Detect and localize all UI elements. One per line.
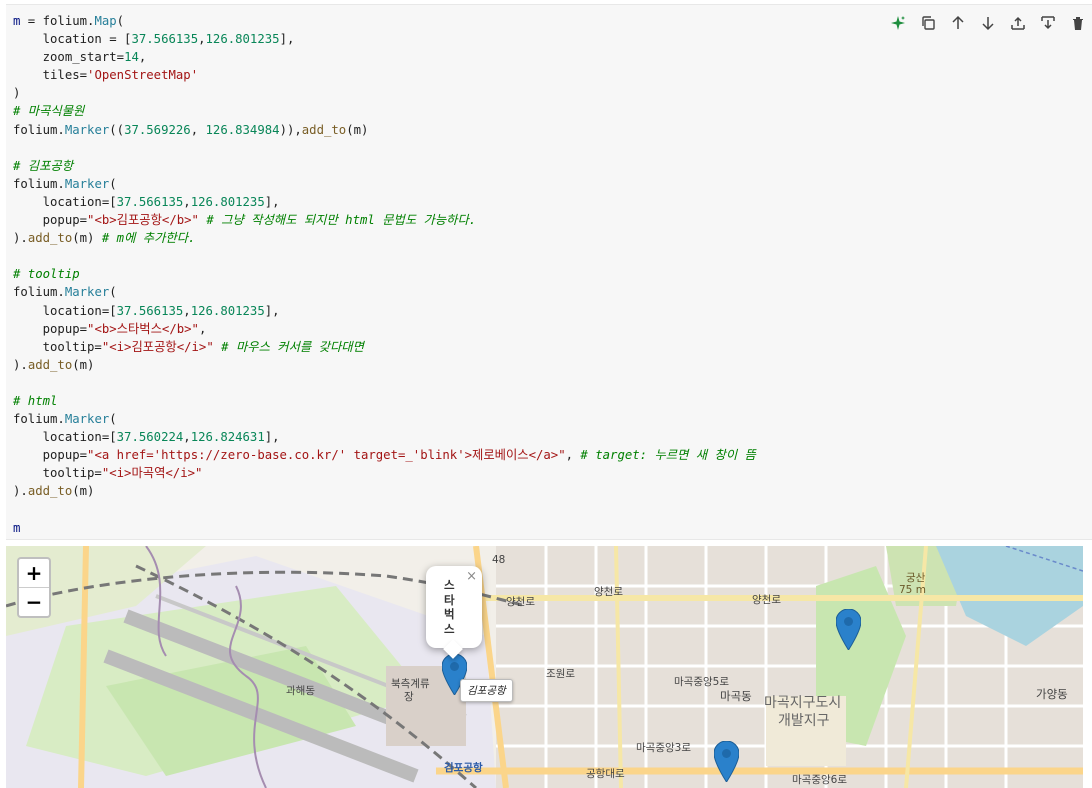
code-editor[interactable]: m = folium.Map( location = [37.566135,12… <box>13 12 756 537</box>
map-label-gayangdong: 가양동 <box>1036 687 1068 701</box>
code-line: location=[37.566135,126.801235], <box>13 194 280 209</box>
move-down-icon[interactable] <box>974 11 1002 35</box>
code-line: popup="<a href='https://zero-base.co.kr/… <box>13 448 756 463</box>
map-label-gongsan-elev: 75 m <box>899 584 926 596</box>
map-label-jowonro: 조원로 <box>546 668 575 680</box>
map-label-magok-jungang5: 마곡중앙5로 <box>674 676 729 688</box>
code-line: tooltip="<i>김포공항</i>" # 마우스 커서를 갖다대면 <box>13 339 364 354</box>
code-line: # tooltip <box>13 267 80 282</box>
zoom-in-button[interactable]: + <box>19 559 49 587</box>
code-line: zoom_start=14, <box>13 50 147 65</box>
code-line: location=[37.560224,126.824631], <box>13 430 280 445</box>
code-line: ).add_to(m) # m에 추가한다. <box>13 231 196 246</box>
code-line: m <box>13 520 21 535</box>
zoom-out-button[interactable]: − <box>19 587 49 616</box>
code-line: folium.Marker( <box>13 285 117 300</box>
map-label-magok-jungang3: 마곡중앙3로 <box>636 742 691 754</box>
marker-magok-station[interactable] <box>714 741 739 782</box>
code-line: folium.Marker( <box>13 412 117 427</box>
popup-text: 스타벅스 <box>444 578 455 636</box>
map-label-magok-jungang6: 마곡중앙6로 <box>792 774 847 786</box>
marker-magok-botanic-garden[interactable] <box>836 609 861 650</box>
code-line: ).add_to(m) <box>13 484 95 499</box>
marker-popup: × 스타벅스 <box>426 566 482 659</box>
code-line: # 마곡식물원 <box>13 104 85 119</box>
code-line: folium.Marker((37.569226, 126.834984)),a… <box>13 122 369 137</box>
map-label-gongsan: 궁산 <box>906 572 926 584</box>
code-cell[interactable]: m = folium.Map( location = [37.566135,12… <box>6 4 1092 540</box>
code-line: m = folium.Map( <box>13 14 125 28</box>
zoom-control: + − <box>17 557 51 618</box>
copy-icon[interactable] <box>914 11 942 35</box>
code-line: ) <box>13 86 21 101</box>
map-label-gimpo-airport: 김포공항 <box>444 762 483 774</box>
code-line: popup="<b>스타벅스</b>", <box>13 321 207 336</box>
map-output[interactable]: 48 양천로 양천로 양천로 과해동 북측계류 장 조원로 마곡중앙5로 마곡중… <box>6 546 1083 788</box>
map-label-bukcheuk2: 장 <box>404 691 414 703</box>
code-line: folium.Marker( <box>13 176 117 191</box>
code-line: # 김포공항 <box>13 158 74 173</box>
code-line: popup="<b>김포공항</b>" # 그냥 작성해도 되지만 html 문… <box>13 213 477 228</box>
marker-tooltip: 김포공항 <box>460 679 513 702</box>
code-line: ).add_to(m) <box>13 357 95 372</box>
map-label-magok-district2: 개발지구 <box>778 713 830 729</box>
code-line: location=[37.566135,126.801235], <box>13 303 280 318</box>
insert-below-icon[interactable] <box>1034 11 1062 35</box>
map-label-yangcheonro: 양천로 <box>506 596 535 608</box>
code-line: tiles='OpenStreetMap' <box>13 68 199 83</box>
map-label-yangcheonro: 양천로 <box>594 586 623 598</box>
map-label-gwahaedong: 과해동 <box>286 685 315 697</box>
map-label-yangcheonro: 양천로 <box>752 594 781 606</box>
sparkle-icon[interactable] <box>884 11 912 35</box>
insert-above-icon[interactable] <box>1004 11 1032 35</box>
move-up-icon[interactable] <box>944 11 972 35</box>
code-line: # html <box>13 393 58 408</box>
code-line: location = [37.566135,126.801235], <box>13 32 295 47</box>
map-label-road-48: 48 <box>492 554 506 566</box>
map-label-magok-district: 마곡지구도시 <box>764 695 842 711</box>
map-label-magokdong: 마곡동 <box>720 689 752 703</box>
cell-toolbar <box>884 11 1092 35</box>
popup-close-button[interactable]: × <box>466 569 477 584</box>
map-label-gonghang-daero: 공항대로 <box>586 768 625 780</box>
delete-icon[interactable] <box>1064 11 1092 35</box>
code-line: tooltip="<i>마곡역</i>" <box>13 466 203 481</box>
